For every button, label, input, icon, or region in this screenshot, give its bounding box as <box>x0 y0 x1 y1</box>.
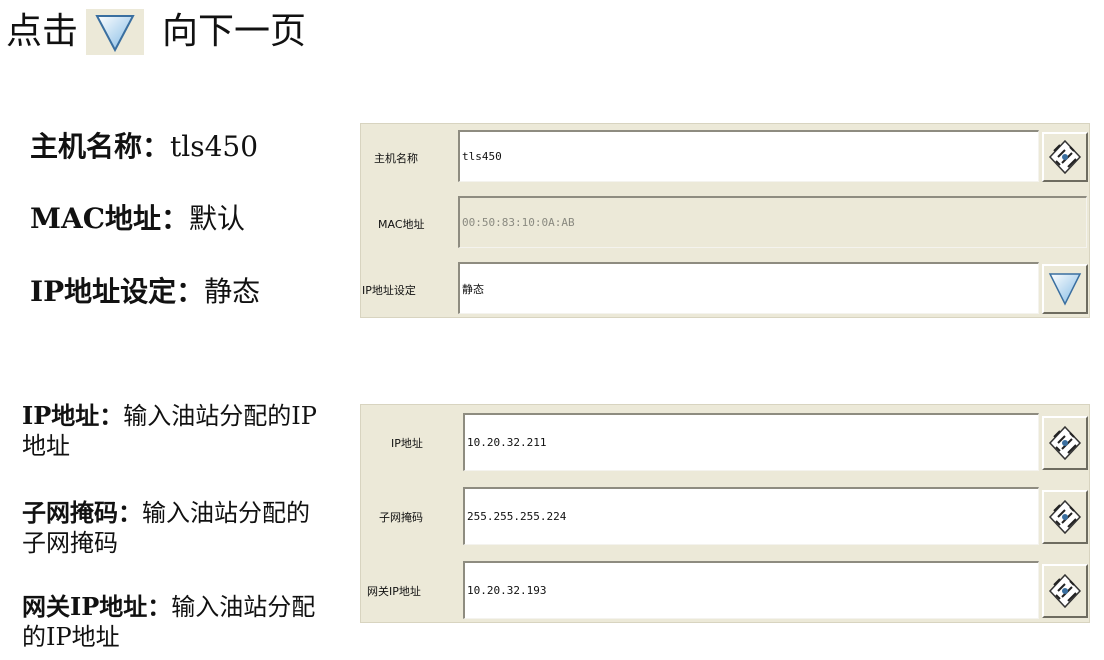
ip-keyboard-button[interactable] <box>1042 416 1088 470</box>
network-settings-panel: 主机名称 tls450 MAC地址 00:50:83:10:0A:AB IP地址… <box>360 123 1090 318</box>
keyboard-icon <box>1048 499 1082 535</box>
subnet-row: 子网掩码 255.255.255.224 <box>361 487 1089 547</box>
desc-hostname-label: 主机名称： <box>30 130 171 163</box>
ip-mode-label: IP地址设定 <box>362 284 416 297</box>
desc-hostname-value: tls450 <box>170 130 259 163</box>
desc-subnet: 子网掩码：输入油站分配的子网掩码 <box>22 498 332 558</box>
desc-mac-label: MAC地址： <box>30 202 190 235</box>
gateway-input[interactable]: 10.20.32.193 <box>463 561 1039 619</box>
ip-mode-select[interactable]: 静态 <box>458 262 1039 314</box>
ip-mode-row: IP地址设定 静态 <box>361 262 1089 316</box>
desc-hostname: 主机名称：tls450 <box>30 131 258 163</box>
hostname-label: 主机名称 <box>374 152 418 165</box>
gateway-row: 网关IP地址 10.20.32.193 <box>361 561 1089 621</box>
ip-config-panel: IP地址 10.20.32.211 子网掩码 255.255.255.224 网… <box>360 404 1090 623</box>
desc-ip-mode-label: IP地址设定： <box>30 275 205 308</box>
desc-ip: IP地址：输入油站分配的IP地址 <box>22 401 332 461</box>
subnet-label: 子网掩码 <box>379 511 423 524</box>
instruction-heading: 点击 向下一页 <box>6 8 306 56</box>
ip-input[interactable]: 10.20.32.211 <box>463 413 1039 471</box>
heading-suffix: 向下一页 <box>162 11 307 52</box>
mac-field: 00:50:83:10:0A:AB <box>458 196 1087 248</box>
gateway-label: 网关IP地址 <box>367 585 421 598</box>
desc-ip-mode: IP地址设定：静态 <box>30 276 260 308</box>
hostname-input[interactable]: tls450 <box>458 130 1039 182</box>
ip-mode-dropdown-button[interactable] <box>1042 264 1088 314</box>
subnet-input[interactable]: 255.255.255.224 <box>463 487 1039 545</box>
mac-label: MAC地址 <box>378 218 425 231</box>
desc-gateway: 网关IP地址：输入油站分配的IP地址 <box>22 592 332 652</box>
ip-label: IP地址 <box>391 437 423 450</box>
gateway-keyboard-button[interactable] <box>1042 564 1088 618</box>
keyboard-icon <box>1048 139 1082 175</box>
subnet-keyboard-button[interactable] <box>1042 490 1088 544</box>
keyboard-icon <box>1048 573 1082 609</box>
desc-ip-label: IP地址： <box>22 401 124 430</box>
desc-ip-mode-value: 静态 <box>204 275 261 308</box>
heading-prefix: 点击 <box>6 11 79 52</box>
desc-mac: MAC地址：默认 <box>30 203 245 235</box>
desc-mac-value: 默认 <box>189 202 246 235</box>
hostname-row: 主机名称 tls450 <box>361 130 1089 184</box>
keyboard-icon <box>1048 425 1082 461</box>
down-triangle-icon <box>86 9 145 55</box>
desc-gateway-label: 网关IP地址： <box>22 592 172 621</box>
hostname-keyboard-button[interactable] <box>1042 132 1088 182</box>
dropdown-triangle-icon <box>1048 273 1082 306</box>
mac-row: MAC地址 00:50:83:10:0A:AB <box>361 196 1089 250</box>
desc-subnet-label: 子网掩码： <box>22 498 142 527</box>
ip-row: IP地址 10.20.32.211 <box>361 413 1089 473</box>
